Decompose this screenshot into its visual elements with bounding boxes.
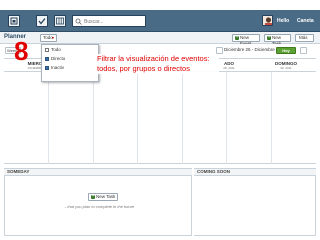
filter-option-directo[interactable]: Directo [45,55,95,63]
coming-soon-header: COMING SOON [194,168,316,176]
top-navigation-bar: Hello Caneta [0,10,320,32]
today-label: Hoy [282,48,290,53]
plus-icon [91,193,95,199]
search-icon [75,18,82,25]
search-box[interactable] [72,15,146,27]
option-label: Todo [51,47,61,52]
someday-label: SOMEDAY [7,169,30,174]
today-button[interactable]: Hoy [276,47,296,54]
filter-option-inactiv[interactable]: Inactiv [45,64,95,72]
new-task-label: New Task [96,194,116,199]
step-number: 8 [14,36,29,66]
more-button[interactable]: Más [295,34,314,42]
column-divider [137,72,138,164]
avatar[interactable] [262,15,273,26]
someday-header: SOMEDAY [4,168,192,176]
column-divider [271,72,272,164]
plus-icon [235,34,239,40]
someday-hint: ...that you plan to complete in the futu… [64,204,135,209]
home-icon[interactable] [8,15,20,27]
day-header: DOMINGO 30, 2011 [266,61,306,70]
someday-new-task-button[interactable]: New Task [88,193,118,201]
column-divider [93,72,94,164]
annotation-callout: Filtrar la visualización de eventos: tod… [97,54,219,74]
planner-header: Planner Todo New Event New Task Más [0,32,320,46]
search-input[interactable] [84,17,144,26]
chevron-down-icon [52,37,54,39]
user-name-link[interactable]: Hello [277,18,289,24]
checkbox-icon [45,57,49,61]
checkbox-icon [45,48,49,52]
calendar-grid[interactable] [4,72,316,164]
columns-icon[interactable] [54,15,66,27]
more-label: Más [299,35,308,40]
filter-dropdown-menu: Todo Directo Inactiv [41,44,99,82]
account-menu[interactable]: Caneta [297,18,314,24]
filter-dropdown-button[interactable]: Todo [40,34,57,42]
option-label: Directo [51,56,66,61]
column-divider [226,72,227,164]
new-event-button[interactable]: New Event [232,34,260,46]
prev-week-button[interactable] [216,47,223,54]
coming-soon-panel [194,176,316,236]
filter-option-todo[interactable]: Todo [45,46,95,54]
date-range: Diciembre 26 - Diciembre 30 [224,47,282,52]
next-week-button[interactable] [300,47,307,54]
day-date: 30, 2011 [280,66,292,70]
coming-soon-label: COMING SOON [197,169,231,174]
checkbox-icon [45,66,49,70]
column-divider [182,72,183,164]
plus-icon [267,34,271,40]
column-divider [48,72,49,164]
option-label: Inactiv [51,65,65,70]
new-task-button[interactable]: New Task [264,34,291,46]
check-icon[interactable] [36,15,48,27]
